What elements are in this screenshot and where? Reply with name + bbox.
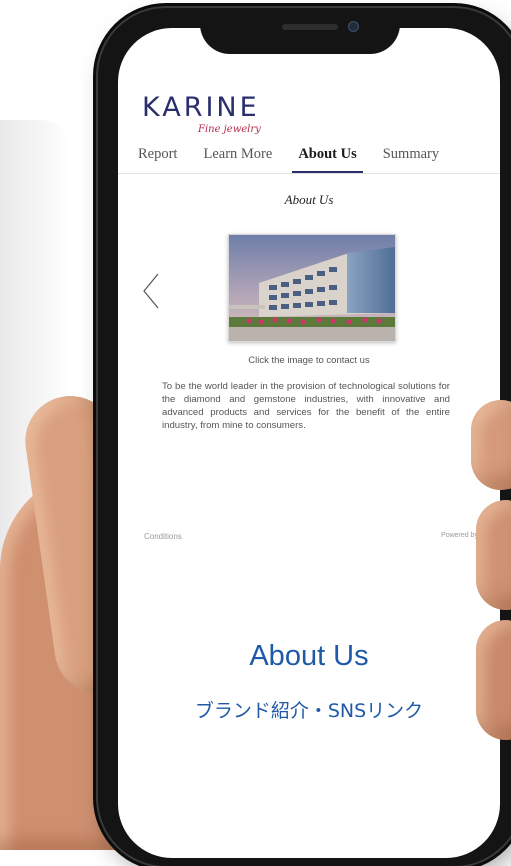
building-illustration bbox=[229, 235, 395, 341]
tab-divider bbox=[118, 173, 500, 174]
chevron-left-icon[interactable] bbox=[140, 272, 162, 310]
phone-notch bbox=[200, 8, 400, 54]
tab-summary[interactable]: Summary bbox=[383, 146, 439, 173]
logo-tagline: Fine jewelry bbox=[198, 124, 261, 135]
company-building-image[interactable] bbox=[228, 234, 396, 342]
tab-bar: Report Learn More About Us Summary bbox=[138, 146, 439, 173]
conditions-link[interactable]: Conditions bbox=[144, 532, 182, 541]
tab-report[interactable]: Report bbox=[138, 146, 177, 173]
hand-finger-2 bbox=[476, 500, 511, 610]
hand-finger-1 bbox=[471, 400, 511, 490]
about-description: To be the world leader in the provision … bbox=[162, 381, 450, 431]
overlay-subtitle: ブランド紹介・SNSリンク bbox=[194, 700, 424, 722]
speaker-grille bbox=[282, 24, 338, 30]
image-caption: Click the image to contact us bbox=[248, 355, 370, 366]
tab-about-us[interactable]: About Us bbox=[292, 146, 364, 173]
overlay-title: About Us bbox=[249, 640, 369, 672]
brand-logo[interactable]: KARINE Fine jewelry bbox=[142, 92, 261, 135]
tab-learn-more[interactable]: Learn More bbox=[203, 146, 272, 173]
powered-by-text: Powered by bbox=[441, 532, 478, 539]
logo-text: KARINE bbox=[142, 92, 260, 123]
camera-icon bbox=[348, 21, 359, 32]
hand-finger-3 bbox=[476, 620, 511, 740]
section-title: About Us bbox=[284, 192, 334, 207]
phone-screen: KARINE Fine jewelry Report Learn More Ab… bbox=[118, 28, 500, 858]
